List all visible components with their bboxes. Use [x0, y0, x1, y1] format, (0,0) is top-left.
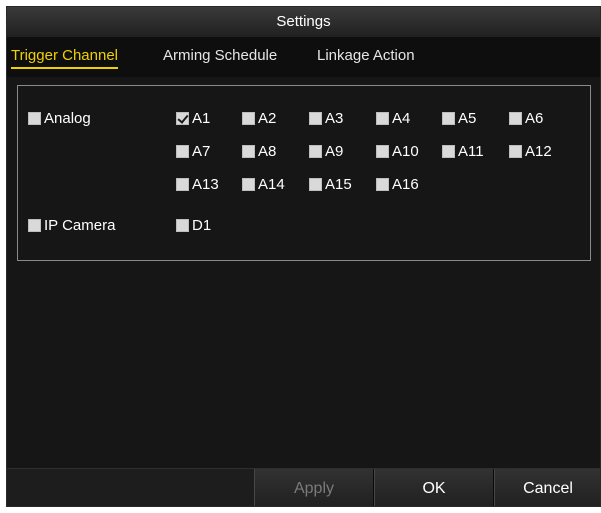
- channel-a7-label: A7: [192, 143, 211, 160]
- ip-camera-label: IP Camera: [44, 217, 116, 234]
- tab-trigger-channel[interactable]: Trigger Channel: [11, 47, 118, 69]
- channel-a11-label: A11: [458, 143, 484, 160]
- checkbox-icon: [309, 178, 322, 191]
- channel-d1-label: D1: [192, 217, 212, 234]
- channel-a9-checkbox[interactable]: A9: [309, 143, 343, 160]
- ok-button[interactable]: OK: [374, 469, 494, 506]
- channel-a14-label: A14: [258, 176, 285, 193]
- cancel-button[interactable]: Cancel: [494, 469, 600, 506]
- checkbox-icon: [309, 145, 322, 158]
- channel-a9-label: A9: [325, 143, 344, 160]
- channel-a4-label: A4: [392, 110, 411, 127]
- checkbox-icon: [176, 145, 189, 158]
- checkbox-icon: [28, 112, 41, 125]
- channel-a16-checkbox[interactable]: A16: [376, 176, 419, 193]
- checkbox-icon: [442, 112, 455, 125]
- window-title: Settings: [7, 7, 600, 38]
- checkbox-icon: [509, 112, 522, 125]
- analog-all-checkbox[interactable]: Analog: [28, 110, 91, 127]
- checkbox-icon: [376, 112, 389, 125]
- channel-a2-label: A2: [258, 110, 277, 127]
- trigger-channel-panel: Analog A1 A2 A3 A4 A5 A6 A7 A8 A9 A10 A1…: [17, 85, 591, 261]
- tab-arming-schedule[interactable]: Arming Schedule: [163, 47, 277, 67]
- channel-a13-checkbox[interactable]: A13: [176, 176, 219, 193]
- checkbox-checked-icon: [176, 112, 189, 125]
- channel-a12-label: A12: [525, 143, 552, 160]
- checkbox-icon: [242, 178, 255, 191]
- tab-linkage-action[interactable]: Linkage Action: [317, 47, 415, 67]
- channel-a12-checkbox[interactable]: A12: [509, 143, 552, 160]
- checkbox-icon: [176, 178, 189, 191]
- checkbox-icon: [309, 112, 322, 125]
- channel-a8-checkbox[interactable]: A8: [242, 143, 276, 160]
- channel-a5-label: A5: [458, 110, 477, 127]
- channel-a3-label: A3: [325, 110, 344, 127]
- tab-bar: Trigger Channel Arming Schedule Linkage …: [7, 37, 600, 77]
- channel-a11-checkbox[interactable]: A11: [442, 143, 484, 160]
- channel-a6-checkbox[interactable]: A6: [509, 110, 543, 127]
- checkbox-icon: [242, 145, 255, 158]
- checkbox-icon: [442, 145, 455, 158]
- channel-a10-label: A10: [392, 143, 419, 160]
- checkbox-icon: [176, 219, 189, 232]
- channel-a7-checkbox[interactable]: A7: [176, 143, 210, 160]
- channel-a5-checkbox[interactable]: A5: [442, 110, 476, 127]
- checkbox-icon: [376, 145, 389, 158]
- channel-d1-checkbox[interactable]: D1: [176, 217, 211, 234]
- checkbox-icon: [376, 178, 389, 191]
- channel-a15-checkbox[interactable]: A15: [309, 176, 352, 193]
- channel-a6-label: A6: [525, 110, 544, 127]
- channel-a4-checkbox[interactable]: A4: [376, 110, 410, 127]
- channel-a1-label: A1: [192, 110, 211, 127]
- channel-a16-label: A16: [392, 176, 419, 193]
- apply-button[interactable]: Apply: [254, 469, 374, 506]
- channel-a3-checkbox[interactable]: A3: [309, 110, 343, 127]
- checkbox-icon: [242, 112, 255, 125]
- settings-dialog: Settings Trigger Channel Arming Schedule…: [6, 6, 601, 507]
- channel-a1-checkbox[interactable]: A1: [176, 110, 210, 127]
- channel-a15-label: A15: [325, 176, 352, 193]
- ip-camera-all-checkbox[interactable]: IP Camera: [28, 217, 115, 234]
- channel-a10-checkbox[interactable]: A10: [376, 143, 419, 160]
- analog-label: Analog: [44, 110, 91, 127]
- channel-a14-checkbox[interactable]: A14: [242, 176, 285, 193]
- checkbox-icon: [509, 145, 522, 158]
- channel-a8-label: A8: [258, 143, 277, 160]
- channel-a2-checkbox[interactable]: A2: [242, 110, 276, 127]
- channel-a13-label: A13: [192, 176, 219, 193]
- dialog-button-bar: Apply OK Cancel: [7, 468, 600, 506]
- checkbox-icon: [28, 219, 41, 232]
